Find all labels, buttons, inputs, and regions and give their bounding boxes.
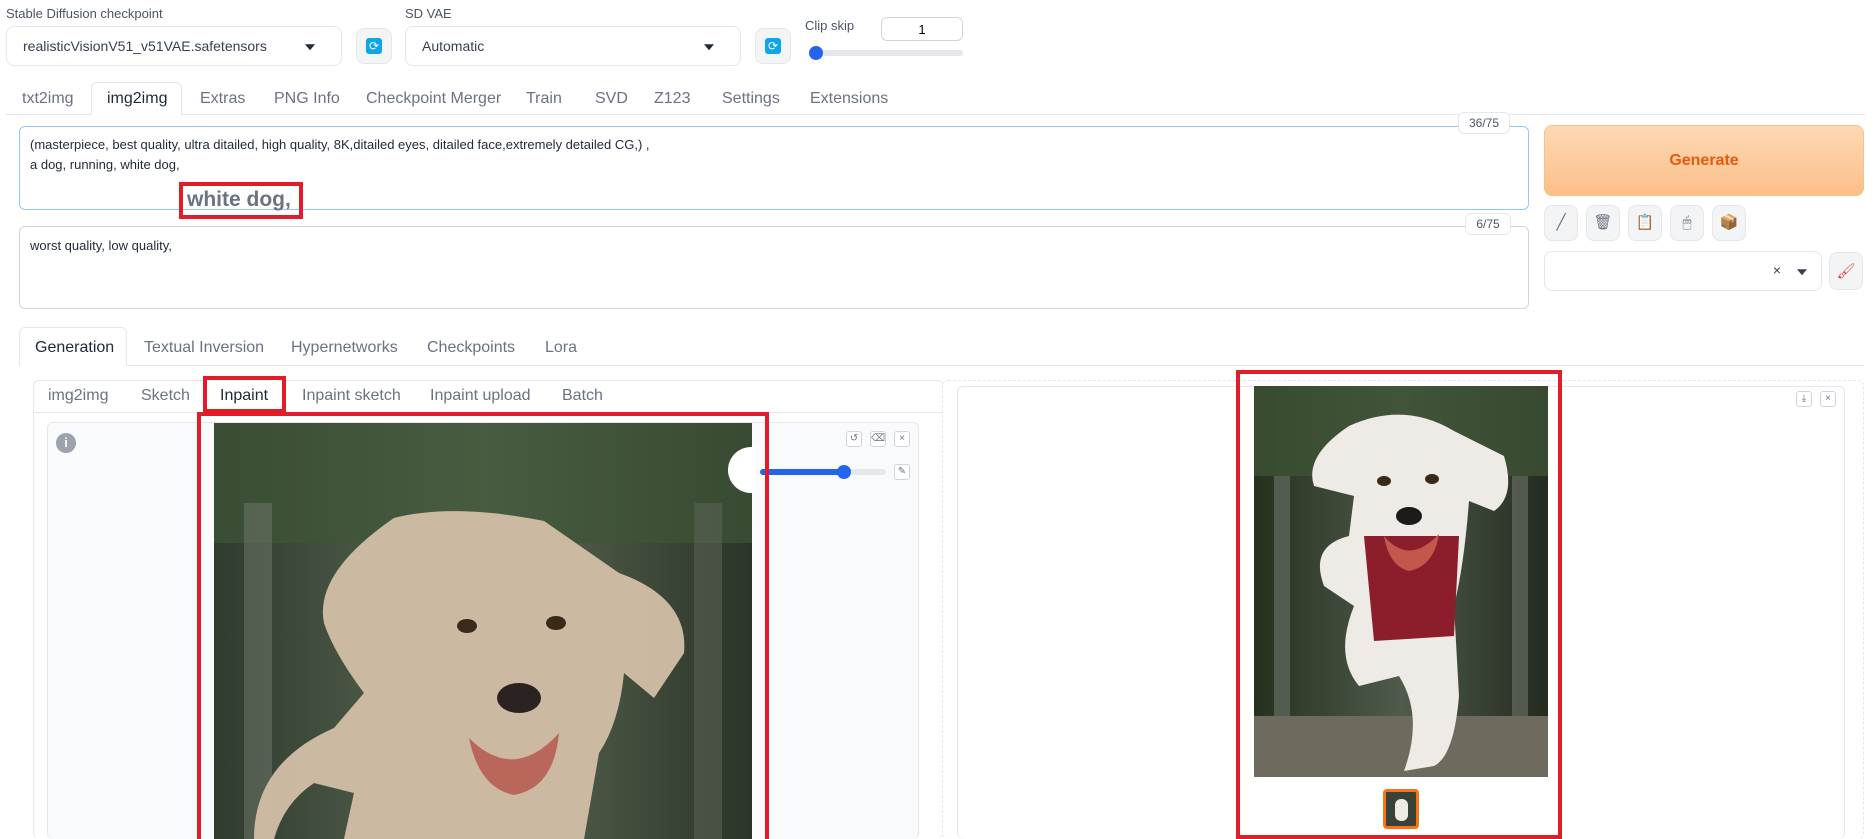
tab-txt2img[interactable]: txt2img — [22, 90, 74, 108]
tab-lora[interactable]: Lora — [545, 339, 577, 357]
pencil-icon[interactable]: ╱ — [1544, 205, 1578, 241]
brush-size-slider[interactable] — [760, 465, 886, 479]
tab-generation[interactable]: Generation — [35, 339, 114, 357]
undo-icon[interactable]: ↺ — [846, 431, 862, 447]
clip-skip-input[interactable] — [881, 17, 963, 41]
chevron-down-icon — [1797, 269, 1807, 276]
checkpoint-label: Stable Diffusion checkpoint — [6, 6, 163, 21]
download-icon[interactable]: ⤓ — [1796, 391, 1812, 407]
negative-prompt-input[interactable] — [19, 226, 1529, 309]
chevron-down-icon — [305, 44, 315, 51]
tab-checkpoint-merger[interactable]: Checkpoint Merger — [366, 90, 501, 108]
brush-icon[interactable]: ✎ — [894, 464, 910, 480]
output-highlight-box — [1236, 370, 1562, 839]
prompt-callout-box: white dog, — [179, 182, 303, 219]
tab-train[interactable]: Train — [526, 90, 562, 108]
refresh-icon: ⟳ — [366, 38, 382, 54]
negative-token-counter: 6/75 — [1465, 213, 1511, 235]
generate-button[interactable]: Generate — [1544, 125, 1864, 196]
tab-textual-inversion[interactable]: Textual Inversion — [144, 339, 264, 357]
clip-skip-slider[interactable] — [809, 46, 963, 60]
refresh-icon: ⟳ — [765, 38, 781, 54]
vae-refresh-button[interactable]: ⟳ — [755, 28, 791, 64]
clear-icon[interactable]: × — [1773, 262, 1781, 278]
tab-mode-img2img[interactable]: img2img — [48, 387, 108, 405]
box-icon[interactable]: 📦 — [1712, 205, 1746, 241]
checkpoint-refresh-button[interactable]: ⟳ — [356, 28, 392, 64]
canvas-highlight-box — [197, 412, 769, 839]
tab-extensions[interactable]: Extensions — [810, 90, 888, 108]
tab-svd[interactable]: SVD — [595, 90, 628, 108]
styles-dropdown[interactable]: × — [1544, 251, 1822, 291]
tab-mode-inpaint-sketch[interactable]: Inpaint sketch — [302, 387, 401, 405]
trash-icon[interactable]: 🗑 — [1586, 205, 1620, 241]
tab-z123[interactable]: Z123 — [654, 90, 690, 108]
close-icon[interactable]: × — [1820, 391, 1836, 407]
chevron-down-icon — [704, 44, 714, 51]
checkpoint-value: realisticVisionV51_v51VAE.safetensors — [23, 38, 267, 54]
slider-thumb[interactable] — [809, 46, 823, 60]
inpaint-tab-highlight-box — [203, 376, 286, 413]
tab-mode-inpaint-upload[interactable]: Inpaint upload — [430, 387, 531, 405]
vae-dropdown[interactable]: Automatic — [405, 26, 741, 66]
mouse-icon[interactable]: 🖱 — [1670, 205, 1704, 241]
clipboard-icon[interactable]: 📋 — [1628, 205, 1662, 241]
clip-skip-label: Clip skip — [805, 18, 855, 33]
checkpoint-dropdown[interactable]: realisticVisionV51_v51VAE.safetensors — [6, 26, 342, 66]
info-icon[interactable]: i — [56, 433, 76, 453]
tab-extras[interactable]: Extras — [200, 90, 245, 108]
vae-label: SD VAE — [405, 6, 452, 21]
close-icon[interactable]: × — [894, 431, 910, 447]
tab-png-info[interactable]: PNG Info — [274, 90, 340, 108]
prompt-callout-text: white dog, — [187, 188, 291, 211]
eraser-icon[interactable]: ⌫ — [870, 431, 886, 447]
tab-checkpoints[interactable]: Checkpoints — [427, 339, 515, 357]
tab-mode-sketch[interactable]: Sketch — [141, 387, 190, 405]
paintbrush-icon[interactable]: 🖌 — [1829, 252, 1863, 290]
vae-value: Automatic — [422, 38, 485, 54]
tab-settings[interactable]: Settings — [722, 90, 780, 108]
tab-img2img[interactable]: img2img — [107, 90, 167, 108]
prompt-token-counter: 36/75 — [1458, 112, 1510, 134]
tab-mode-batch[interactable]: Batch — [562, 387, 603, 405]
tab-hypernetworks[interactable]: Hypernetworks — [291, 339, 398, 357]
